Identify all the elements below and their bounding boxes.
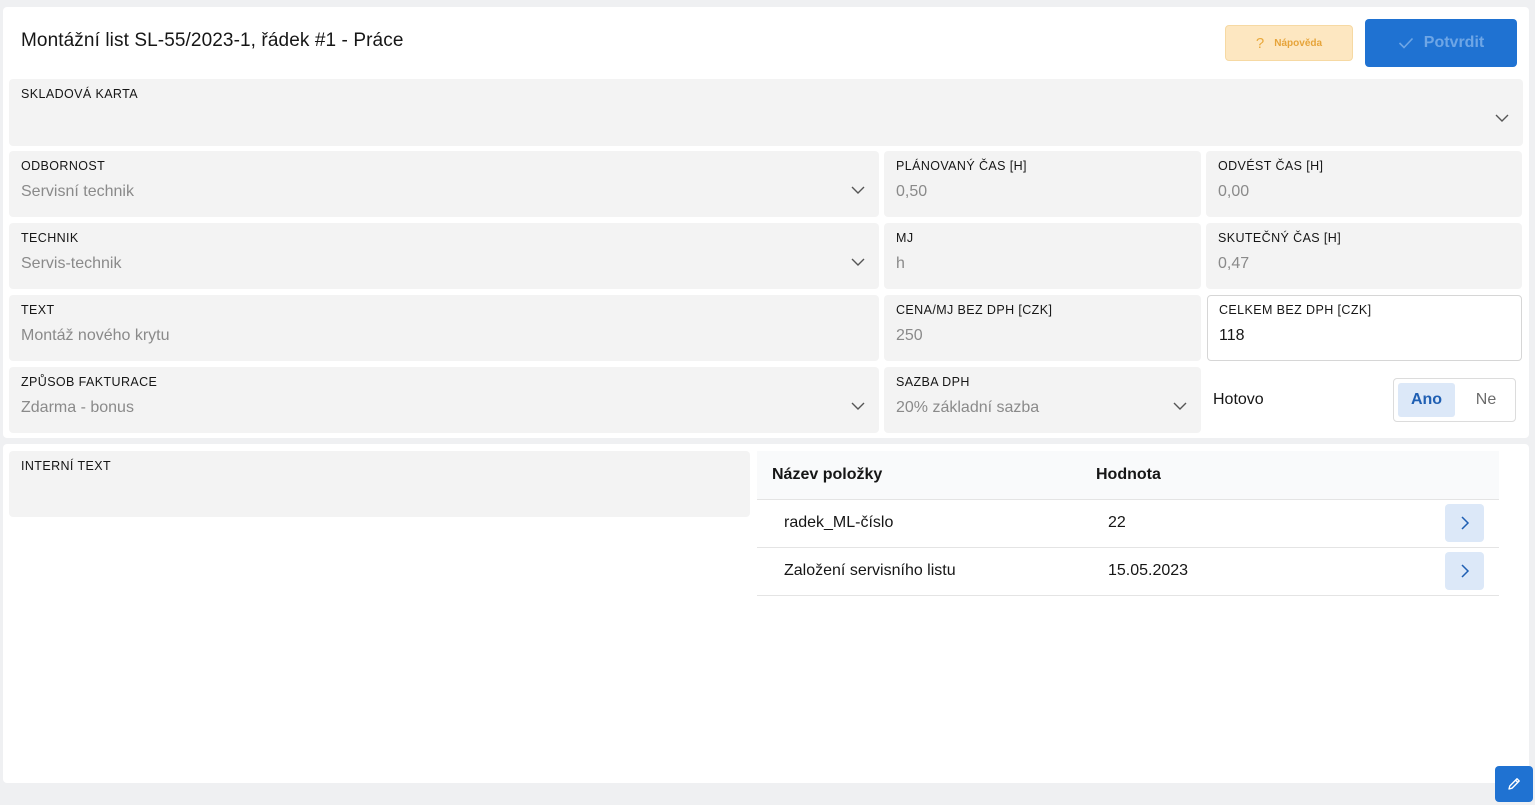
unit-price-field[interactable]: CENA/MJ BEZ DPH [CZK] 250	[884, 295, 1201, 361]
check-icon	[1398, 37, 1413, 49]
chevron-down-icon	[1173, 402, 1187, 410]
stock-card-label: SKLADOVÁ KARTA	[21, 87, 138, 101]
chevron-right-icon	[1460, 564, 1469, 578]
unit-value: h	[896, 255, 905, 272]
internal-text-field[interactable]: INTERNÍ TEXT	[9, 451, 750, 517]
table-header: Název položky Hodnota	[757, 451, 1499, 500]
unit-price-value: 250	[896, 327, 923, 344]
planned-time-label: PLÁNOVANÝ ČAS [H]	[896, 159, 1027, 173]
help-button-label: Nápověda	[1274, 37, 1323, 49]
vat-rate-select[interactable]: SAZBA DPH 20% základní sazba	[884, 367, 1201, 433]
table-row: Založení servisního listu 15.05.2023	[757, 548, 1499, 596]
total-value: 118	[1219, 327, 1245, 344]
row-open-button[interactable]	[1445, 552, 1484, 590]
done-yes-option[interactable]: Ano	[1398, 383, 1455, 417]
deliver-time-field[interactable]: ODVÉST ČAS [H] 0,00	[1206, 151, 1522, 217]
text-field[interactable]: TEXT Montáž nového krytu	[9, 295, 879, 361]
column-header-name: Název položky	[772, 466, 883, 483]
billing-method-select[interactable]: ZPŮSOB FAKTURACE Zdarma - bonus	[9, 367, 879, 433]
text-label: TEXT	[21, 303, 55, 317]
technician-select[interactable]: TECHNIK Servis-technik	[9, 223, 879, 289]
internal-text-label: INTERNÍ TEXT	[21, 459, 111, 473]
row-name: radek_ML-číslo	[784, 514, 894, 531]
row-value: 22	[1108, 514, 1126, 531]
chevron-down-icon	[851, 402, 865, 410]
stock-card-select[interactable]: SKLADOVÁ KARTA	[9, 79, 1523, 146]
text-value: Montáž nového krytu	[21, 327, 170, 344]
chevron-down-icon	[1495, 114, 1509, 122]
vat-rate-label: SAZBA DPH	[896, 375, 970, 389]
page-title: Montážní list SL-55/2023-1, řádek #1 - P…	[21, 30, 404, 51]
deliver-time-label: ODVÉST ČAS [H]	[1218, 159, 1324, 173]
help-button[interactable]: ? Nápověda	[1225, 25, 1353, 61]
confirm-button-label: Potvrdit	[1423, 34, 1485, 51]
billing-method-label: ZPŮSOB FAKTURACE	[21, 375, 158, 389]
unit-field[interactable]: MJ h	[884, 223, 1201, 289]
technician-label: TECHNIK	[21, 231, 79, 245]
actual-time-value: 0,47	[1218, 255, 1250, 272]
expertise-select[interactable]: ODBORNOST Servisní technik	[9, 151, 879, 217]
deliver-time-value: 0,00	[1218, 183, 1250, 200]
unit-price-label: CENA/MJ BEZ DPH [CZK]	[896, 303, 1053, 317]
expertise-value: Servisní technik	[21, 183, 134, 200]
expertise-label: ODBORNOST	[21, 159, 106, 173]
total-field[interactable]: CELKEM BEZ DPH [CZK] 118	[1207, 295, 1522, 361]
billing-method-value: Zdarma - bonus	[21, 399, 134, 416]
planned-time-value: 0,50	[896, 183, 928, 200]
done-no-option[interactable]: Ne	[1460, 383, 1512, 417]
actual-time-label: SKUTEČNÝ ČAS [H]	[1218, 231, 1342, 245]
actual-time-field[interactable]: SKUTEČNÝ ČAS [H] 0,47	[1206, 223, 1522, 289]
total-label: CELKEM BEZ DPH [CZK]	[1219, 303, 1372, 317]
technician-value: Servis-technik	[21, 255, 122, 272]
column-header-value: Hodnota	[1096, 466, 1161, 483]
chevron-down-icon	[851, 186, 865, 194]
edit-button[interactable]	[1495, 766, 1533, 802]
pencil-icon	[1508, 778, 1520, 790]
question-icon: ?	[1255, 34, 1265, 52]
unit-label: MJ	[896, 231, 914, 245]
row-name: Založení servisního listu	[784, 562, 956, 579]
row-value: 15.05.2023	[1108, 562, 1189, 579]
vat-rate-value: 20% základní sazba	[896, 399, 1040, 416]
chevron-right-icon	[1460, 516, 1469, 530]
table-row: radek_ML-číslo 22	[757, 500, 1499, 548]
done-toggle: Ano Ne	[1393, 378, 1516, 422]
confirm-button[interactable]: Potvrdit	[1365, 19, 1517, 67]
attributes-table: Název položky Hodnota radek_ML-číslo 22 …	[757, 451, 1499, 596]
chevron-down-icon	[851, 258, 865, 266]
done-label: Hotovo	[1213, 391, 1264, 408]
planned-time-field[interactable]: PLÁNOVANÝ ČAS [H] 0,50	[884, 151, 1201, 217]
row-open-button[interactable]	[1445, 504, 1484, 542]
